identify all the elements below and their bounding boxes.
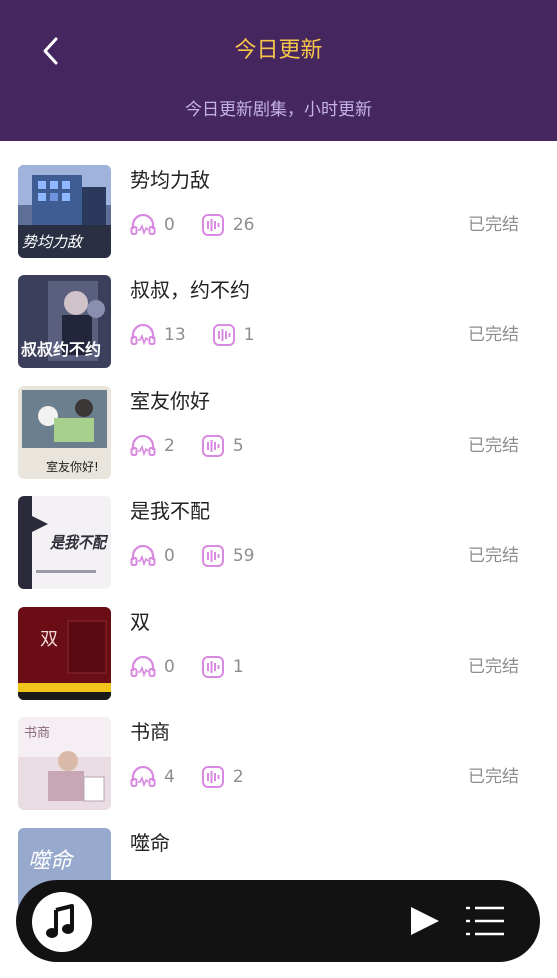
item-stats: 13 1 [130,323,280,347]
cover-text: 是我不配 [49,533,108,552]
item-title: 书商 [130,720,170,744]
list-item[interactable]: 势均力敌 势均力敌 0 26 已完结 [0,141,557,258]
header: 今日更新 今日更新剧集，小时更新 [0,0,557,141]
listen-stat: 13 [130,324,212,346]
item-stats: 2 5 [130,434,270,458]
item-stats: 4 2 [130,765,270,789]
listen-stat: 0 [130,656,201,678]
listen-stat: 2 [130,435,201,457]
status-badge: 已完结 [468,436,519,456]
listen-count: 4 [164,767,175,787]
item-title: 室友你好 [130,389,210,413]
audio-wave-icon [212,324,235,346]
headphones-icon [130,324,156,346]
page-subtitle: 今日更新剧集，小时更新 [185,100,372,120]
play-button[interactable] [408,904,442,938]
listen-count: 0 [164,657,175,677]
play-icon [411,907,439,935]
now-playing-button[interactable] [32,892,92,952]
status-badge: 已完结 [468,215,519,235]
item-title: 叔叔，约不约 [130,278,250,302]
episode-count: 59 [232,546,255,566]
episode-stat: 1 [201,655,270,679]
episode-stat: 5 [201,434,270,458]
page-title: 今日更新 [234,38,323,63]
cover-text: 噬命 [28,849,75,874]
list-item[interactable]: 室友你好! 室友你好 2 5 已完结 [0,362,557,479]
playlist-button[interactable] [464,904,508,938]
episode-stat: 59 [201,544,281,568]
status-badge: 已完结 [468,325,519,345]
list-item[interactable]: 叔叔约不约 叔叔，约不约 13 1 已完结 [0,251,557,368]
item-title: 双 [130,610,150,634]
cover-image: 叔叔约不约 [18,275,111,368]
episode-stat: 1 [212,323,281,347]
cover-image: 室友你好! [18,386,111,479]
cover-text: 叔叔约不约 [21,340,101,359]
headphones-icon [130,435,156,457]
item-title: 势均力敌 [130,168,210,192]
cover-image: 是我不配 [18,496,111,589]
listen-count: 0 [164,215,175,235]
item-title: 噬命 [130,831,170,855]
episode-stat: 26 [201,213,281,237]
audio-wave-icon [201,766,224,788]
item-title: 是我不配 [130,499,210,523]
list-item[interactable]: 双 双 0 1 已完结 [0,583,557,700]
listen-stat: 0 [130,214,201,236]
status-badge: 已完结 [468,657,519,677]
item-stats: 0 26 [130,213,280,237]
listen-count: 0 [164,546,175,566]
listen-count: 13 [164,325,186,345]
headphones-icon [130,214,156,236]
cover-image: 双 [18,607,111,700]
music-note-icon [46,904,74,938]
headphones-icon [130,656,156,678]
episode-count: 1 [232,657,244,677]
list-item[interactable]: 是我不配 是我不配 0 59 已完结 [0,472,557,589]
headphones-icon [130,766,156,788]
item-stats: 0 1 [130,655,270,679]
cover-text: 势均力敌 [22,233,84,251]
audio-wave-icon [201,214,224,236]
headphones-icon [130,545,156,567]
cover-image: 书商 [18,717,111,810]
episode-count: 26 [232,215,255,235]
cover-text: 双 [40,629,58,650]
mini-player [16,880,540,962]
episode-count: 1 [243,325,255,345]
cover-text: 书商 [24,726,50,741]
audio-wave-icon [201,435,224,457]
audio-wave-icon [201,656,224,678]
status-badge: 已完结 [468,546,519,566]
cover-image: 势均力敌 [18,165,111,258]
playlist-icon [466,906,504,936]
item-stats: 0 59 [130,544,280,568]
episode-count: 2 [232,767,244,787]
episode-stat: 2 [201,765,270,789]
status-badge: 已完结 [468,767,519,787]
list-item[interactable]: 书商 书商 4 2 已完结 [0,693,557,810]
episode-count: 5 [232,436,244,456]
listen-count: 2 [164,436,175,456]
listen-stat: 0 [130,545,201,567]
audio-wave-icon [201,545,224,567]
listen-stat: 4 [130,766,201,788]
